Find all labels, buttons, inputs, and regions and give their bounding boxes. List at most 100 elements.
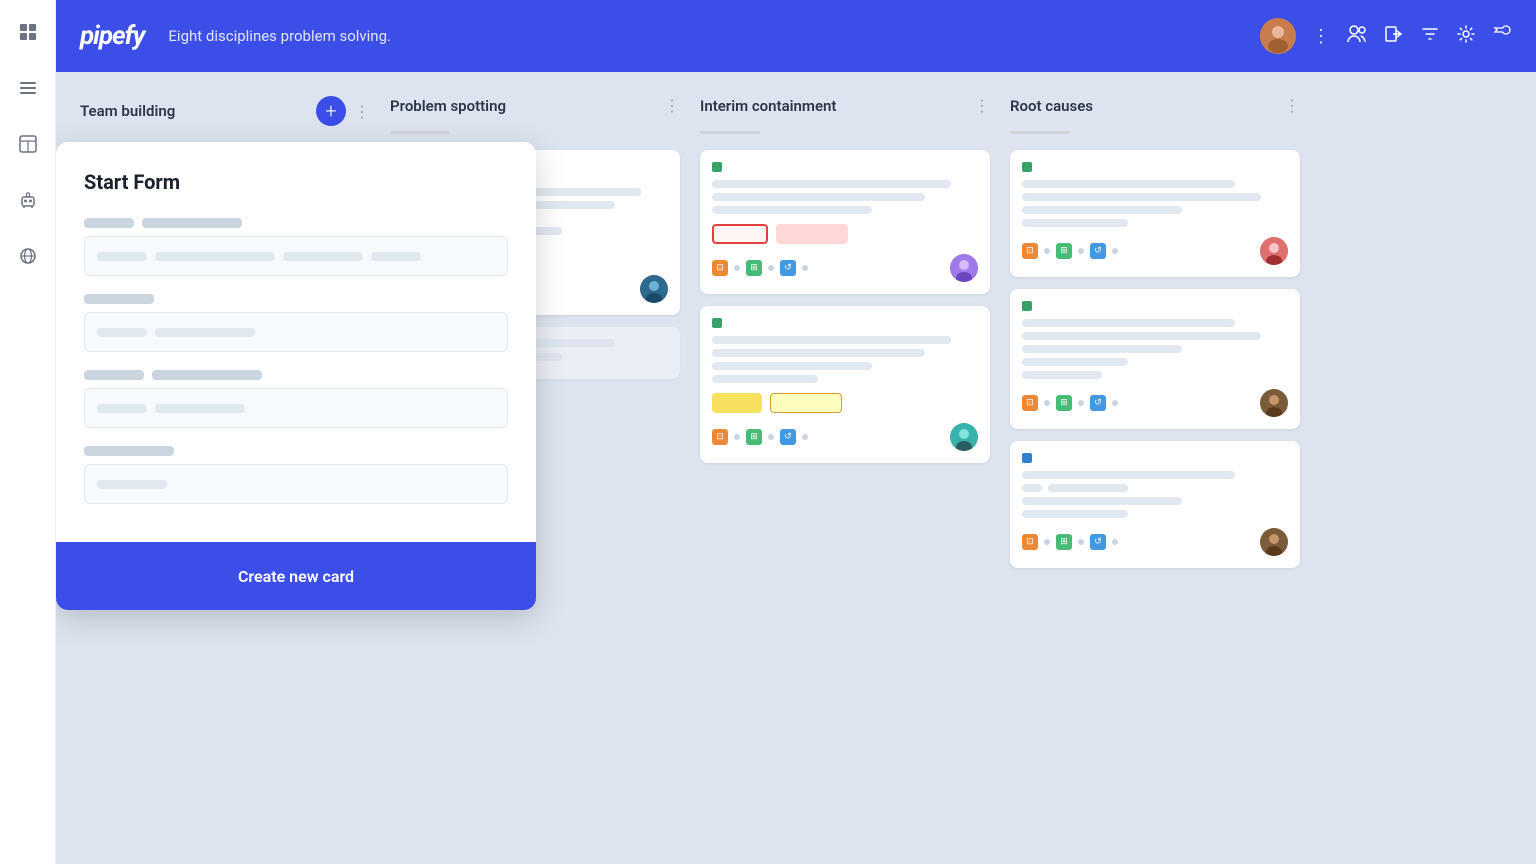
card-icons: ⊡ ⊞ ↺ bbox=[1022, 243, 1118, 259]
card-icons: ⊡ ⊞ ↺ bbox=[1022, 534, 1118, 550]
sidebar bbox=[0, 0, 56, 864]
header-left: pipefy Eight disciplines problem solving… bbox=[80, 21, 391, 51]
column-title-left: Team building bbox=[80, 102, 175, 120]
card-dot-sm bbox=[1044, 248, 1050, 254]
card-lines bbox=[1022, 471, 1288, 518]
card-line bbox=[712, 193, 925, 201]
sidebar-icon-table[interactable] bbox=[12, 128, 44, 160]
form-input-3[interactable] bbox=[84, 388, 508, 428]
input-bar bbox=[97, 252, 147, 261]
card-rc-2[interactable]: ⊡ ⊞ ↺ bbox=[1010, 289, 1300, 429]
card-dot-sm bbox=[1112, 248, 1118, 254]
input-bar bbox=[283, 252, 363, 261]
card-icon-green: ⊞ bbox=[1056, 395, 1072, 411]
filter-icon[interactable] bbox=[1420, 24, 1440, 49]
column-menu-team-building[interactable]: ⋮ bbox=[354, 102, 370, 121]
card-line bbox=[712, 206, 872, 214]
column-menu-interim[interactable]: ⋮ bbox=[974, 96, 990, 115]
tag-outline-red bbox=[712, 224, 768, 244]
card-dot-sm bbox=[768, 265, 774, 271]
input-bar bbox=[97, 480, 167, 489]
card-footer: ⊡ ⊞ ↺ bbox=[712, 254, 978, 282]
card-line bbox=[1022, 484, 1042, 492]
card-line bbox=[1022, 180, 1235, 188]
card-icon-blue: ↺ bbox=[1090, 395, 1106, 411]
card-line bbox=[1022, 193, 1261, 201]
card-dot-blue bbox=[1022, 453, 1032, 463]
label-bar bbox=[84, 294, 154, 304]
column-header-root-causes: Root causes ⋮ bbox=[1010, 96, 1300, 115]
sidebar-icon-grid[interactable] bbox=[12, 16, 44, 48]
card-dot-green bbox=[1022, 301, 1032, 311]
card-line bbox=[1022, 510, 1128, 518]
card-dot-sm bbox=[1112, 539, 1118, 545]
card-dot-sm bbox=[1112, 400, 1118, 406]
card-dot-green bbox=[1022, 162, 1032, 172]
card-line bbox=[1022, 345, 1182, 353]
card-dot-green bbox=[712, 162, 722, 172]
avatar-header[interactable] bbox=[1260, 18, 1296, 54]
column-line bbox=[390, 131, 450, 134]
form-input-1[interactable] bbox=[84, 236, 508, 276]
more-dots-icon[interactable]: ⋮ bbox=[1312, 26, 1330, 47]
sidebar-icon-globe[interactable] bbox=[12, 240, 44, 272]
card-avatar bbox=[1260, 237, 1288, 265]
card-rc-3[interactable]: ⊡ ⊞ ↺ bbox=[1010, 441, 1300, 568]
card-line bbox=[1022, 358, 1128, 366]
card-icon-orange: ⊡ bbox=[712, 260, 728, 276]
settings-icon[interactable] bbox=[1456, 24, 1476, 49]
header-subtitle: Eight disciplines problem solving. bbox=[168, 27, 391, 45]
create-new-card-label: Create new card bbox=[238, 567, 354, 586]
card-icon-green: ⊞ bbox=[1056, 534, 1072, 550]
sidebar-icon-list[interactable] bbox=[12, 72, 44, 104]
form-field-label-2 bbox=[84, 294, 508, 304]
column-header-team-building: Team building + ⋮ bbox=[80, 96, 370, 126]
card-dot-sm bbox=[802, 265, 808, 271]
label-bar bbox=[84, 370, 144, 380]
people-icon[interactable] bbox=[1346, 24, 1368, 49]
card-dot-sm bbox=[1044, 400, 1050, 406]
column-line bbox=[1010, 131, 1070, 134]
start-form-title: Start Form bbox=[84, 170, 508, 194]
board: Team building + ⋮ bbox=[56, 72, 1536, 864]
card-interim-2[interactable]: ⊡ ⊞ ↺ bbox=[700, 306, 990, 463]
column-menu-root-causes[interactable]: ⋮ bbox=[1284, 96, 1300, 115]
card-line bbox=[1022, 219, 1128, 227]
card-line bbox=[1048, 484, 1128, 492]
card-dot-sm bbox=[1078, 539, 1084, 545]
card-line bbox=[1022, 206, 1182, 214]
form-field-label-3 bbox=[84, 370, 508, 380]
card-rc-1[interactable]: ⊡ ⊞ ↺ bbox=[1010, 150, 1300, 277]
card-line bbox=[712, 362, 872, 370]
logo: pipefy bbox=[80, 21, 144, 51]
sign-in-icon[interactable] bbox=[1384, 24, 1404, 49]
column-root-causes: Root causes ⋮ ⊡ bbox=[1010, 96, 1300, 840]
column-interim-containment: Interim containment ⋮ bbox=[700, 96, 990, 840]
create-new-card-button[interactable]: Create new card bbox=[56, 542, 536, 610]
card-line bbox=[712, 375, 818, 383]
card-icons: ⊡ ⊞ ↺ bbox=[1022, 395, 1118, 411]
wrench-icon[interactable] bbox=[1492, 24, 1512, 49]
column-add-button-team-building[interactable]: + bbox=[316, 96, 346, 126]
input-bar bbox=[155, 252, 275, 261]
column-line bbox=[700, 131, 760, 134]
form-field-3 bbox=[84, 370, 508, 428]
column-header-interim: Interim containment ⋮ bbox=[700, 96, 990, 115]
form-field-label-1 bbox=[84, 218, 508, 228]
column-title-team-building: Team building bbox=[80, 102, 175, 120]
form-input-4[interactable] bbox=[84, 464, 508, 504]
card-footer: ⊡ ⊞ ↺ bbox=[1022, 237, 1288, 265]
form-field-label-4 bbox=[84, 446, 508, 456]
form-input-2[interactable] bbox=[84, 312, 508, 352]
start-form-body: Start Form bbox=[56, 142, 536, 542]
card-dot-sm bbox=[1044, 539, 1050, 545]
column-title-problem-spotting: Problem spotting bbox=[390, 97, 506, 115]
card-line bbox=[1022, 471, 1235, 479]
card-icon-blue: ↺ bbox=[780, 429, 796, 445]
sidebar-icon-robot[interactable] bbox=[12, 184, 44, 216]
form-input-bars bbox=[97, 252, 421, 261]
card-interim-1[interactable]: ⊡ ⊞ ↺ bbox=[700, 150, 990, 294]
card-icon-orange: ⊡ bbox=[1022, 395, 1038, 411]
card-footer: ⊡ ⊞ ↺ bbox=[712, 423, 978, 451]
column-menu-problem-spotting[interactable]: ⋮ bbox=[664, 96, 680, 115]
